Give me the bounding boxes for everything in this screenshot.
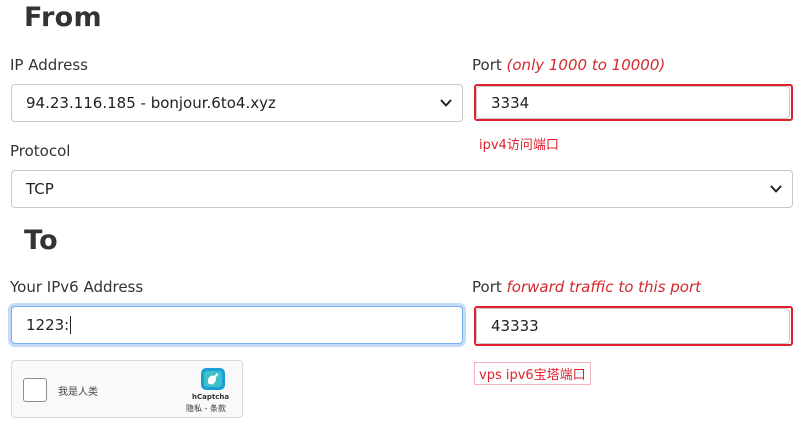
to-port-hint: forward traffic to this port <box>506 278 702 296</box>
protocol-select[interactable]: TCP <box>11 170 793 208</box>
hcaptcha-logo-icon <box>201 368 225 390</box>
ipv6-address-label-text: Your IPv6 Address <box>10 278 144 296</box>
chevron-down-icon <box>770 185 782 193</box>
to-heading: To <box>24 225 58 256</box>
captcha-links[interactable]: 隐私 - 条款 <box>186 403 226 414</box>
ip-address-label: IP Address <box>10 56 88 74</box>
ip-address-label-text: IP Address <box>10 56 88 74</box>
captcha-checkbox[interactable] <box>23 378 47 402</box>
port-forward-form: From IP Address 94.23.116.185 - bonjour.… <box>0 0 803 446</box>
from-port-annotation-box <box>474 84 793 121</box>
ip-address-select[interactable]: 94.23.116.185 - bonjour.6to4.xyz <box>11 84 463 122</box>
ipv6-address-input[interactable]: 1223: <box>11 306 463 344</box>
chevron-down-icon <box>440 99 452 107</box>
from-port-hint: (only 1000 to 10000) <box>506 56 666 74</box>
to-port-label-text: Port <box>472 278 502 296</box>
ip-address-value: 94.23.116.185 - bonjour.6to4.xyz <box>26 94 276 112</box>
protocol-label-text: Protocol <box>10 142 71 160</box>
from-port-annotation: ipv4访问端口 <box>479 138 559 153</box>
to-port-label: Port forward traffic to this port <box>472 278 701 296</box>
text-caret <box>70 316 72 334</box>
from-heading: From <box>24 2 102 33</box>
protocol-value: TCP <box>26 180 54 198</box>
from-port-label: Port (only 1000 to 10000) <box>472 56 665 74</box>
to-port-annotation: vps ipv6宝塔端口 <box>474 362 591 385</box>
to-port-annotation-box <box>474 306 793 346</box>
captcha-label: 我是人类 <box>58 387 98 398</box>
hcaptcha-widget: 我是人类 hCaptcha 隐私 - 条款 <box>11 360 243 418</box>
ipv6-address-value: 1223: <box>26 316 70 334</box>
ipv6-address-label: Your IPv6 Address <box>10 278 143 296</box>
from-port-label-text: Port <box>472 56 502 74</box>
protocol-label: Protocol <box>10 142 70 160</box>
captcha-brand: hCaptcha <box>192 393 230 401</box>
